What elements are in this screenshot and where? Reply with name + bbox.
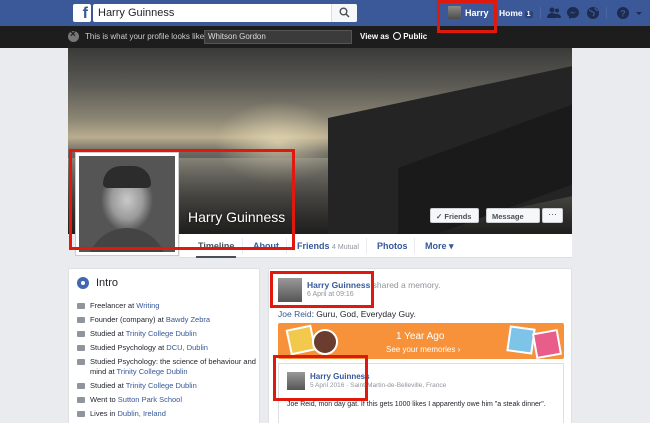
chevron-down-icon[interactable]: [632, 6, 642, 20]
close-icon[interactable]: [68, 29, 79, 42]
see-memories-link[interactable]: See your memories ›: [386, 345, 460, 354]
list-item: Studied at Trinity College Dublin: [77, 381, 257, 391]
intro-item-text: Founder (company) at: [90, 315, 166, 324]
globe-icon[interactable]: [586, 6, 600, 20]
messenger-icon[interactable]: [566, 6, 580, 20]
home-badge: 1: [524, 11, 533, 18]
list-item: Went to Sutton Park School: [77, 395, 257, 405]
view-as-bar: This is what your profile looks like to:…: [0, 26, 650, 48]
tab-photos[interactable]: Photos: [377, 241, 408, 251]
post-text-body: : Guru, God, Everyday Guy.: [311, 309, 416, 319]
briefcase-icon: [77, 303, 85, 309]
search-icon: [339, 7, 350, 18]
post-action: shared a memory.: [370, 280, 441, 290]
memories-banner[interactable]: 1 Year Ago See your memories ›: [278, 323, 564, 359]
intro-item-link[interactable]: Sutton Park School: [118, 395, 182, 404]
intro-item-link[interactable]: Trinity College Dublin: [126, 381, 197, 390]
intro-item-text: Lives in: [90, 409, 118, 418]
post-text: Joe Reid: Guru, God, Everyday Guy.: [278, 309, 416, 319]
graduation-cap-icon: [77, 397, 85, 403]
list-item: Studied Psychology at DCU, Dublin: [77, 343, 257, 353]
mention-link[interactable]: Joe Reid: [278, 309, 312, 319]
intro-item-link[interactable]: Trinity College Dublin: [117, 367, 188, 376]
friends-icon[interactable]: [547, 6, 561, 20]
intro-item-text: Studied at: [90, 381, 126, 390]
view-as-person-value: Whitson Gordon: [208, 32, 266, 41]
highlight-box: [273, 355, 368, 401]
intro-card: Intro Freelancer at Writing Founder (com…: [68, 268, 260, 423]
intro-item-link[interactable]: Dublin, Ireland: [118, 409, 166, 418]
memory-title: 1 Year Ago: [396, 331, 445, 342]
memory-photo-icon: [531, 328, 563, 359]
friends-button[interactable]: ✓ Friends: [430, 208, 479, 223]
tab-more[interactable]: More ▾: [425, 241, 454, 252]
view-as-description: This is what your profile looks like to:: [85, 32, 216, 41]
list-item: Lives in Dublin, Ireland: [77, 409, 257, 419]
intro-item-text: Went to: [90, 395, 118, 404]
intro-list: Freelancer at Writing Founder (company) …: [77, 301, 257, 423]
intro-item-link[interactable]: Bawdy Zebra: [166, 315, 210, 324]
home-link[interactable]: Home 1: [499, 8, 533, 18]
view-as-value: Public: [403, 32, 428, 41]
divider: [606, 7, 607, 19]
list-item: Founder (company) at Bawdy Zebra: [77, 315, 257, 325]
tab-friends[interactable]: Friends 4 Mutual: [297, 241, 359, 251]
intro-icon: [77, 277, 89, 289]
list-item: Studied Psychology: the science of behav…: [77, 357, 257, 377]
globe-icon: [393, 32, 402, 40]
intro-item-link[interactable]: Writing: [136, 301, 159, 310]
graduation-cap-icon: [77, 359, 85, 365]
svg-text:?: ?: [620, 9, 626, 19]
graduation-cap-icon: [77, 345, 85, 351]
view-as-label: View as: [360, 32, 390, 41]
search-value: Harry Guinness: [98, 7, 175, 19]
shared-post-text: Joe Reid, mon day gat. If this gets 1000…: [287, 401, 546, 408]
graduation-cap-icon: [77, 331, 85, 337]
intro-item-text: Studied Psychology at: [90, 343, 167, 352]
home-icon: [77, 411, 85, 417]
highlight-box: [69, 149, 295, 250]
divider: [366, 238, 367, 254]
highlight-box: [437, 0, 497, 33]
highlight-box: [270, 271, 374, 308]
help-icon[interactable]: ?: [616, 6, 630, 20]
home-label: Home: [499, 8, 523, 18]
search-input[interactable]: Harry Guinness: [93, 4, 357, 22]
more-options-button[interactable]: ···: [542, 208, 563, 223]
message-button[interactable]: Message: [486, 208, 540, 223]
view-as-public-button[interactable]: View as Public: [360, 32, 427, 41]
graduation-cap-icon: [77, 383, 85, 389]
list-item: Freelancer at Writing: [77, 301, 257, 311]
view-as-person-input[interactable]: Whitson Gordon: [204, 30, 352, 44]
top-navigation-bar: f Harry Guinness Harry Home 1 ?: [0, 0, 650, 26]
intro-item-text: Freelancer at: [90, 301, 137, 310]
mutual-friends-count: 4 Mutual: [332, 244, 359, 251]
tab-friends-label: Friends: [297, 241, 330, 251]
briefcase-icon: [77, 317, 85, 323]
divider: [414, 238, 415, 254]
intro-item-link[interactable]: Trinity College Dublin: [126, 329, 197, 338]
facebook-logo-icon[interactable]: f: [73, 4, 91, 22]
search-button[interactable]: [331, 4, 357, 22]
intro-item-text: Studied at: [90, 329, 126, 338]
list-item: Studied at Trinity College Dublin: [77, 329, 257, 339]
memory-photo-icon: [312, 329, 338, 355]
intro-item-link[interactable]: DCU, Dublin: [166, 343, 208, 352]
memory-photo-icon: [506, 325, 536, 355]
intro-title: Intro: [96, 277, 119, 289]
divider: [540, 7, 541, 19]
active-tab-indicator: [196, 256, 236, 258]
